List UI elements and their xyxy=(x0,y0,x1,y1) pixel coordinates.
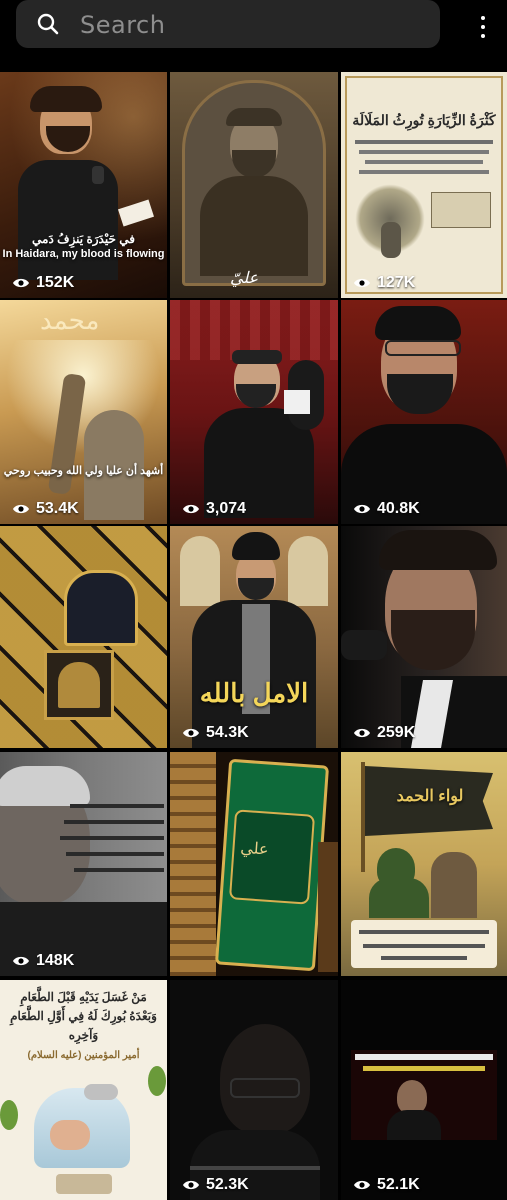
eye-icon xyxy=(354,728,370,738)
grid-tile[interactable]: 52.3K xyxy=(170,980,338,1200)
view-count: 259K xyxy=(353,724,415,742)
grid-tile[interactable]: 3,074 xyxy=(170,300,338,524)
view-count: 52.1K xyxy=(353,1176,420,1194)
grid-tile[interactable]: لواء الحمد xyxy=(341,752,507,976)
eye-icon xyxy=(13,504,29,514)
more-options-button[interactable] xyxy=(470,14,496,40)
view-count: 127K xyxy=(353,274,415,292)
view-count: 40.8K xyxy=(353,500,420,518)
eye-icon xyxy=(13,278,29,288)
search-icon xyxy=(37,13,59,35)
grid-tile[interactable]: 52.1K xyxy=(341,980,507,1200)
grid-tile[interactable]: عليّ xyxy=(170,72,338,298)
tile-source: أمير المؤمنين (عليه السلام) xyxy=(27,1050,140,1061)
grid-tile[interactable]: الامل بالله 54.3K xyxy=(170,526,338,748)
grid-tile[interactable]: مَنْ غَسَلَ يَدَيْهِ قَبْلَ الطَّعَامِ و… xyxy=(0,980,167,1200)
eye-icon xyxy=(354,504,370,514)
tile-caption: In Haidara, my blood is flowing xyxy=(2,248,165,260)
grid-tile[interactable]: كَثْرَةُ الزِّيَارَةِ تُورِثُ المَلَالَة… xyxy=(341,72,507,298)
search-placeholder: Search xyxy=(80,11,166,39)
dot-icon xyxy=(481,25,485,29)
banner-title: لواء الحمد xyxy=(396,788,464,805)
view-count: 148K xyxy=(12,952,74,970)
tile-title: كَثْرَةُ الزِّيَارَةِ تُورِثُ المَلَالَة xyxy=(352,112,496,128)
view-count: 3,074 xyxy=(182,500,246,518)
tile-caption: في حَيْدَرَة يَنزِفُ دَمي xyxy=(32,232,135,246)
view-count: 53.4K xyxy=(12,500,79,518)
grid-tile[interactable]: في حَيْدَرَة يَنزِفُ دَمي In Haidara, my… xyxy=(0,72,167,298)
grid-tile[interactable] xyxy=(0,526,167,748)
signature-logo: عليّ xyxy=(230,268,259,287)
grid-tile[interactable]: محمد أشهد أن عليا ولي الله وحبيب روحي 53… xyxy=(0,300,167,524)
dot-icon xyxy=(481,16,485,20)
eye-icon xyxy=(183,1180,199,1190)
grid-tile[interactable]: علي xyxy=(170,752,338,976)
eye-icon xyxy=(354,1180,370,1190)
grid-tile[interactable]: 40.8K xyxy=(341,300,507,524)
eye-icon xyxy=(183,728,199,738)
view-count: 54.3K xyxy=(182,724,249,742)
tile-quote: مَنْ غَسَلَ يَدَيْهِ قَبْلَ الطَّعَامِ و… xyxy=(10,990,157,1043)
grid-tile[interactable]: 259K xyxy=(341,526,507,748)
top-bar: Search xyxy=(0,0,507,62)
grid-tile[interactable]: 148K xyxy=(0,752,167,976)
eye-icon xyxy=(354,278,370,288)
tile-caption: أشهد أن عليا ولي الله وحبيب روحي xyxy=(3,465,164,477)
eye-icon xyxy=(183,504,199,514)
search-input[interactable]: Search xyxy=(16,0,440,48)
dot-icon xyxy=(481,34,485,38)
eye-icon xyxy=(13,956,29,966)
tile-title: الامل بالله xyxy=(199,678,309,708)
view-count: 152K xyxy=(12,274,74,292)
view-count: 52.3K xyxy=(182,1176,249,1194)
